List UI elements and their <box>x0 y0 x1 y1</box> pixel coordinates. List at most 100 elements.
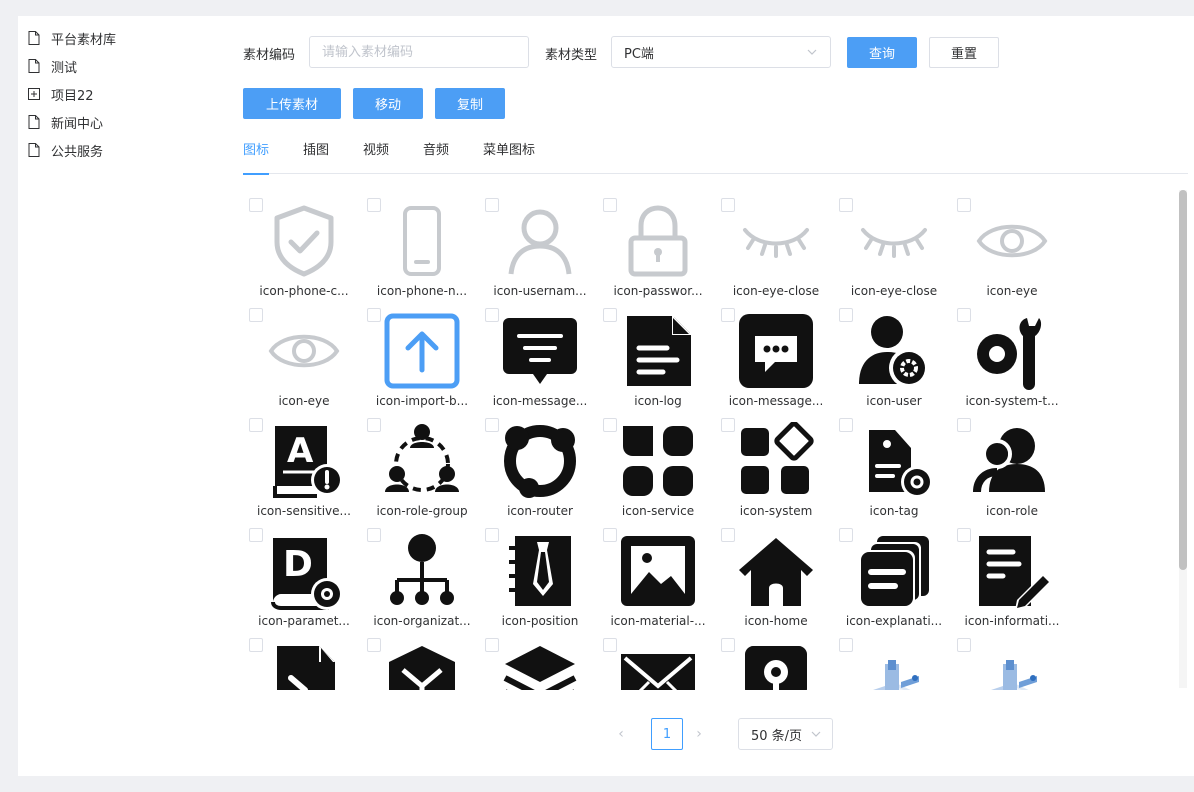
item-checkbox[interactable] <box>367 528 381 542</box>
grid-item[interactable]: icon-router <box>485 418 595 526</box>
item-checkbox[interactable] <box>957 638 971 652</box>
grid-item[interactable]: icon-material-... <box>603 528 713 636</box>
grid-item[interactable]: icon-eye <box>249 308 359 416</box>
item-checkbox[interactable] <box>249 308 263 322</box>
item-checkbox[interactable] <box>721 528 735 542</box>
item-checkbox[interactable] <box>957 418 971 432</box>
item-checkbox[interactable] <box>367 638 381 652</box>
item-checkbox[interactable] <box>839 418 853 432</box>
grid-item[interactable]: icon-system <box>721 418 831 526</box>
item-checkbox[interactable] <box>249 418 263 432</box>
tree-item[interactable]: 平台素材库 <box>28 24 116 52</box>
grid-item[interactable]: icon-tag <box>839 418 949 526</box>
item-checkbox[interactable] <box>485 418 499 432</box>
grid-item[interactable] <box>957 638 1067 690</box>
information-edit-icon <box>979 536 1051 610</box>
item-checkbox[interactable] <box>603 418 617 432</box>
tree-item[interactable]: 公共服务 <box>28 136 116 164</box>
item-checkbox[interactable] <box>721 418 735 432</box>
grid-item[interactable]: icon-explanati... <box>839 528 949 636</box>
item-checkbox[interactable] <box>249 528 263 542</box>
next-page-icon[interactable]: › <box>689 724 709 744</box>
upload-button[interactable]: 上传素材 <box>243 88 341 119</box>
page-number[interactable]: 1 <box>651 718 683 750</box>
item-checkbox[interactable] <box>249 198 263 212</box>
explanation-stack-icon <box>859 536 929 608</box>
query-button[interactable]: 查询 <box>847 37 917 68</box>
item-checkbox[interactable] <box>367 198 381 212</box>
grid-item[interactable]: icon-eye <box>957 198 1067 306</box>
tree-item[interactable]: 新闻中心 <box>28 108 116 136</box>
page-size-select[interactable]: 50 条/页 <box>738 718 833 750</box>
item-checkbox[interactable] <box>367 308 381 322</box>
item-checkbox[interactable] <box>839 308 853 322</box>
tab-4[interactable]: 菜单图标 <box>483 142 535 174</box>
grid-item[interactable]: icon-user <box>839 308 949 416</box>
scrollbar-thumb[interactable] <box>1179 190 1187 570</box>
prev-page-icon[interactable]: ‹ <box>611 724 631 744</box>
item-checkbox[interactable] <box>839 528 853 542</box>
grid-item[interactable]: icon-phone-c... <box>249 198 359 306</box>
item-checkbox[interactable] <box>957 198 971 212</box>
grid-item[interactable]: Aicon-sensitive... <box>249 418 359 526</box>
item-checkbox[interactable] <box>485 308 499 322</box>
grid-item[interactable]: icon-usernam... <box>485 198 595 306</box>
item-checkbox[interactable] <box>249 638 263 652</box>
grid-item[interactable] <box>603 638 713 690</box>
grid-item[interactable]: icon-passwor... <box>603 198 713 306</box>
tree-item[interactable]: 测试 <box>28 52 116 80</box>
reset-button[interactable]: 重置 <box>929 37 999 68</box>
grid-item[interactable]: icon-position <box>485 528 595 636</box>
grid-item[interactable] <box>249 638 359 690</box>
expand-plus-icon[interactable] <box>28 87 40 101</box>
grid-item[interactable] <box>367 638 477 690</box>
item-checkbox[interactable] <box>957 308 971 322</box>
item-checkbox[interactable] <box>603 638 617 652</box>
item-checkbox[interactable] <box>839 638 853 652</box>
item-checkbox[interactable] <box>957 528 971 542</box>
item-checkbox[interactable] <box>721 308 735 322</box>
role-icon <box>973 428 1045 493</box>
tab-3[interactable]: 音频 <box>423 142 449 174</box>
item-checkbox[interactable] <box>603 308 617 322</box>
item-checkbox[interactable] <box>485 198 499 212</box>
grid-item[interactable]: icon-organizat... <box>367 528 477 636</box>
item-checkbox[interactable] <box>721 638 735 652</box>
grid-item[interactable]: icon-message... <box>721 308 831 416</box>
tree-item[interactable]: 项目22 <box>28 80 116 108</box>
tab-2[interactable]: 视频 <box>363 142 389 174</box>
grid-item[interactable]: icon-eye-close <box>839 198 949 306</box>
grid-item[interactable]: Dicon-paramet... <box>249 528 359 636</box>
item-checkbox[interactable] <box>603 528 617 542</box>
grid-item[interactable] <box>485 638 595 690</box>
grid-item[interactable]: icon-system-t... <box>957 308 1067 416</box>
grid-item[interactable]: icon-home <box>721 528 831 636</box>
grid-item[interactable] <box>721 638 831 690</box>
grid-item[interactable]: icon-role-group <box>367 418 477 526</box>
code-input[interactable] <box>309 36 529 68</box>
sensitive-word-icon: A <box>273 426 343 498</box>
item-checkbox[interactable] <box>839 198 853 212</box>
grid-item[interactable]: icon-eye-close <box>721 198 831 306</box>
tab-0[interactable]: 图标 <box>243 142 270 175</box>
item-checkbox[interactable] <box>485 528 499 542</box>
grid-scrollbar[interactable] <box>1179 190 1187 688</box>
item-checkbox[interactable] <box>603 198 617 212</box>
grid-item[interactable]: icon-role <box>957 418 1067 526</box>
grid-item[interactable]: icon-phone-n... <box>367 198 477 306</box>
grid-item[interactable]: icon-service <box>603 418 713 526</box>
item-checkbox[interactable] <box>721 198 735 212</box>
grid-item[interactable]: icon-message... <box>485 308 595 416</box>
grid-item[interactable]: icon-log <box>603 308 713 416</box>
box-icon <box>389 646 455 690</box>
item-checkbox[interactable] <box>367 418 381 432</box>
item-name: icon-eye <box>986 284 1038 298</box>
copy-button[interactable]: 复制 <box>435 88 505 119</box>
tab-1[interactable]: 插图 <box>303 142 329 174</box>
type-select[interactable]: PC端 <box>611 36 831 68</box>
grid-item[interactable]: icon-informati... <box>957 528 1067 636</box>
move-button[interactable]: 移动 <box>353 88 423 119</box>
item-checkbox[interactable] <box>485 638 499 652</box>
grid-item[interactable] <box>839 638 949 690</box>
grid-item[interactable]: icon-import-b... <box>367 308 477 416</box>
